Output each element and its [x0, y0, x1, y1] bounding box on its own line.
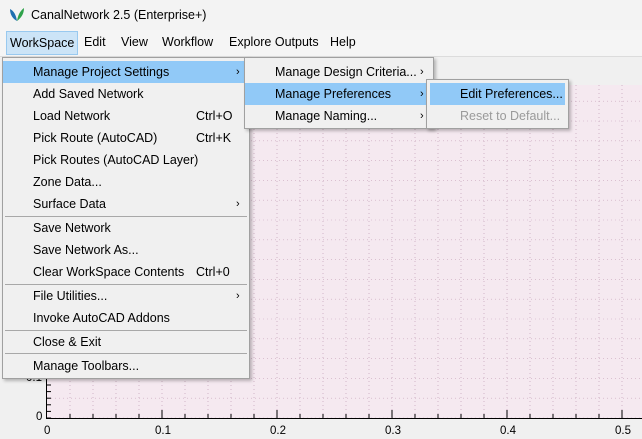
menu-item-manage-project-settings[interactable]: Manage Project Settings ›	[3, 61, 249, 83]
leaf-icon	[10, 8, 24, 21]
x-tick-label: 0.1	[155, 425, 171, 437]
preferences-submenu: Edit Preferences... Reset to Default...	[426, 79, 569, 129]
workspace-menu: Manage Project Settings › Add Saved Netw…	[2, 57, 250, 379]
menu-item-manage-toolbars[interactable]: Manage Toolbars...	[3, 355, 249, 377]
x-tick-label: 0	[44, 425, 51, 437]
menu-item-zone-data[interactable]: Zone Data...	[3, 171, 249, 193]
menu-item-clear-workspace[interactable]: Clear WorkSpace Contents Ctrl+0	[3, 261, 249, 283]
title-bar: CanalNetwork 2.5 (Enterprise+)	[0, 0, 642, 30]
shortcut-text: Ctrl+K	[196, 131, 232, 145]
menu-item-edit-preferences[interactable]: Edit Preferences...	[430, 83, 565, 105]
chevron-right-icon: ›	[236, 290, 240, 302]
menu-item-close-exit[interactable]: Close & Exit	[3, 331, 249, 353]
menu-edit[interactable]: Edit	[84, 35, 106, 49]
x-tick-label: 0.3	[385, 425, 401, 437]
menu-item-surface-data[interactable]: Surface Data ›	[3, 193, 249, 215]
menu-item-load-network[interactable]: Load Network Ctrl+O	[3, 105, 249, 127]
shortcut-text: Ctrl+0	[196, 265, 230, 279]
shortcut-text: Ctrl+O	[196, 109, 233, 123]
x-tick-label: 0.4	[500, 425, 516, 437]
menu-bar: WorkSpace Edit View Workflow Explore Out…	[0, 30, 642, 57]
x-tick-label: 0.5	[615, 425, 631, 437]
menu-item-manage-preferences[interactable]: Manage Preferences ›	[245, 83, 433, 105]
x-tick-label: 0.2	[270, 425, 286, 437]
project-settings-submenu: Manage Design Criteria... › Manage Prefe…	[244, 57, 434, 129]
y-tick-label: 0	[36, 411, 43, 423]
menu-item-manage-design-criteria[interactable]: Manage Design Criteria... ›	[245, 61, 433, 83]
menu-workspace[interactable]: WorkSpace	[6, 31, 79, 55]
chevron-right-icon: ›	[236, 66, 240, 78]
menu-item-add-saved-network[interactable]: Add Saved Network	[3, 83, 249, 105]
menu-item-pick-routes-layer[interactable]: Pick Routes (AutoCAD Layer)	[3, 149, 249, 171]
window-title: CanalNetwork 2.5 (Enterprise+)	[31, 8, 207, 22]
menu-item-save-network-as[interactable]: Save Network As...	[3, 239, 249, 261]
chevron-right-icon: ›	[420, 88, 424, 100]
menu-view[interactable]: View	[121, 35, 148, 49]
chevron-right-icon: ›	[420, 66, 424, 78]
menu-help[interactable]: Help	[330, 35, 356, 49]
menu-item-reset-to-default: Reset to Default...	[460, 109, 561, 123]
menu-item-invoke-autocad-addons[interactable]: Invoke AutoCAD Addons	[3, 307, 249, 329]
menu-workflow[interactable]: Workflow	[162, 35, 213, 49]
menu-item-pick-route[interactable]: Pick Route (AutoCAD) Ctrl+K	[3, 127, 249, 149]
chevron-right-icon: ›	[236, 198, 240, 210]
menu-explore-outputs[interactable]: Explore Outputs	[229, 35, 319, 49]
menu-item-manage-naming[interactable]: Manage Naming... ›	[245, 105, 433, 127]
menu-item-save-network[interactable]: Save Network	[3, 217, 249, 239]
menu-item-file-utilities[interactable]: File Utilities... ›	[3, 285, 249, 307]
menu-separator	[5, 353, 247, 354]
chevron-right-icon: ›	[420, 110, 424, 122]
